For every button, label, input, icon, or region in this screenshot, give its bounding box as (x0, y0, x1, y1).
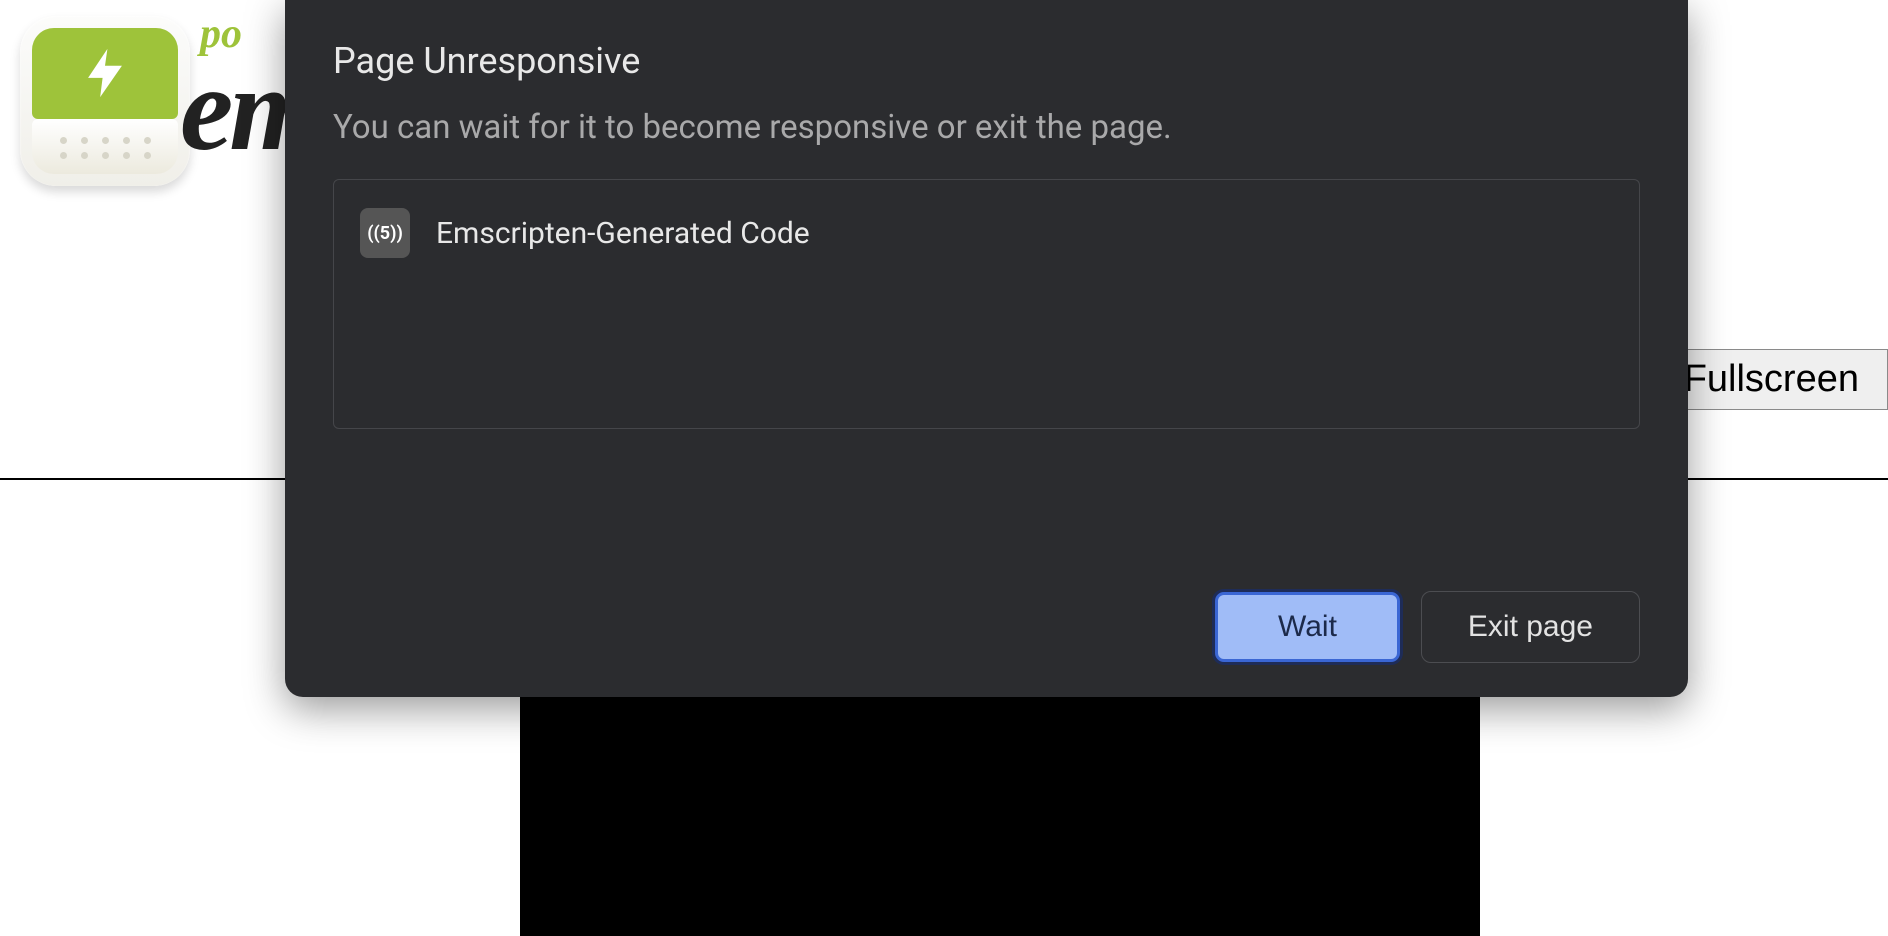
fullscreen-button[interactable]: Fullscreen (1655, 349, 1888, 410)
dialog-title: Page Unresponsive (333, 40, 1640, 82)
broadcast-icon: ((5)) (360, 208, 410, 258)
emscripten-app-icon (20, 16, 190, 186)
exit-page-button[interactable]: Exit page (1421, 591, 1640, 663)
page-unresponsive-dialog: Page Unresponsive You can wait for it to… (285, 0, 1688, 697)
dialog-actions: Wait Exit page (333, 555, 1640, 663)
dialog-message: You can wait for it to become responsive… (333, 108, 1640, 147)
lightning-icon (76, 44, 134, 102)
wait-button[interactable]: Wait (1214, 591, 1401, 663)
list-item: ((5)) Emscripten-Generated Code (360, 208, 1613, 258)
app-icon-bottom (32, 119, 178, 174)
unresponsive-pages-list: ((5)) Emscripten-Generated Code (333, 179, 1640, 429)
list-item-label: Emscripten-Generated Code (436, 216, 810, 251)
app-icon-top (32, 28, 178, 119)
